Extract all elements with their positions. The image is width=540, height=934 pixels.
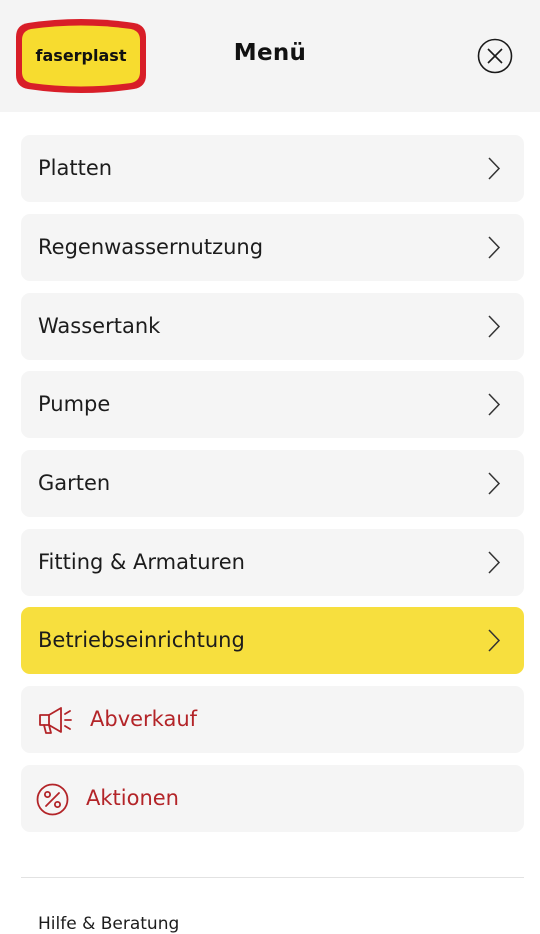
chevron-right-icon <box>488 551 501 574</box>
chevron-right-icon <box>488 629 501 652</box>
chevron-right-icon <box>488 315 501 338</box>
megaphone-icon <box>39 707 72 734</box>
nav-item-fitting-armaturen[interactable]: Fitting & Armaturen <box>21 529 524 596</box>
nav-item-garten[interactable]: Garten <box>21 450 524 517</box>
menu-header: faserplast Menü <box>0 0 540 112</box>
nav-item-regenwassernutzung[interactable]: Regenwassernutzung <box>21 214 524 281</box>
close-button[interactable] <box>477 38 513 74</box>
nav-item-label: Regenwassernutzung <box>38 235 264 259</box>
close-icon <box>477 38 513 74</box>
nav-item-label: Garten <box>38 471 111 495</box>
chevron-right-icon <box>488 472 501 495</box>
nav-item-wassertank[interactable]: Wassertank <box>21 293 524 360</box>
promo-item-abverkauf[interactable]: Abverkauf <box>21 686 524 753</box>
promo-item-aktionen[interactable]: Aktionen <box>21 765 524 832</box>
promo-item-label: Abverkauf <box>90 707 198 731</box>
percent-icon <box>36 783 69 816</box>
nav-item-label: Fitting & Armaturen <box>38 550 245 574</box>
nav-item-label: Betriebseinrichtung <box>38 628 245 652</box>
nav-item-betriebseinrichtung[interactable]: Betriebseinrichtung <box>21 607 524 674</box>
nav-item-label: Wassertank <box>38 314 161 338</box>
help-advice-link[interactable]: Hilfe & Beratung <box>38 914 179 934</box>
menu-title: Menü <box>233 40 307 66</box>
nav-item-label: Platten <box>38 156 113 180</box>
nav-item-platten[interactable]: Platten <box>21 135 524 202</box>
chevron-right-icon <box>488 157 501 180</box>
nav-item-pumpe[interactable]: Pumpe <box>21 371 524 438</box>
promo-item-label: Aktionen <box>86 786 179 810</box>
chevron-right-icon <box>488 393 501 416</box>
chevron-right-icon <box>488 236 501 259</box>
divider <box>21 877 524 878</box>
nav-item-label: Pumpe <box>38 392 111 416</box>
